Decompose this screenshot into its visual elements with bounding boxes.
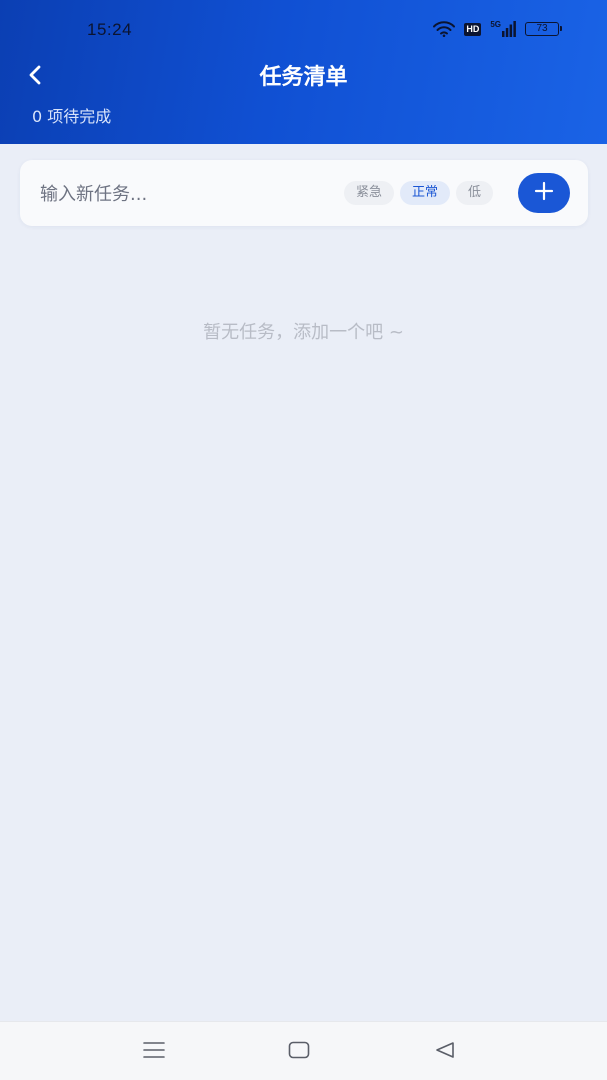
hd-icon: HD xyxy=(464,22,482,36)
network-label: 5G xyxy=(490,20,501,29)
signal-icon: 5G xyxy=(490,21,516,37)
plus-icon xyxy=(534,181,554,205)
status-time: 15:24 xyxy=(87,20,133,39)
task-input-card: 紧急 正常 低 xyxy=(20,160,588,226)
battery-icon: 73 xyxy=(525,22,562,36)
page-title: 任务清单 xyxy=(259,65,348,90)
nav-home-button[interactable] xyxy=(285,1038,313,1066)
back-triangle-icon xyxy=(434,1041,456,1063)
wifi-icon xyxy=(433,21,456,37)
priority-selector: 紧急 正常 低 xyxy=(344,181,494,205)
priority-urgent-chip[interactable]: 紧急 xyxy=(344,181,395,205)
menu-icon xyxy=(143,1041,165,1063)
status-bar: 15:24 HD 5G 73 xyxy=(0,0,607,62)
new-task-input[interactable] xyxy=(38,176,342,212)
nav-back-button[interactable] xyxy=(431,1038,459,1066)
system-nav-bar xyxy=(0,1021,607,1080)
app-header: 15:24 HD 5G 73 任务清单 0 项待完成 xyxy=(0,0,607,144)
home-icon xyxy=(288,1041,310,1063)
priority-normal-chip[interactable]: 正常 xyxy=(400,181,451,205)
nav-menu-button[interactable] xyxy=(140,1038,168,1066)
priority-low-chip[interactable]: 低 xyxy=(456,181,494,205)
add-task-button[interactable] xyxy=(518,173,570,213)
pending-count: 0 项待完成 xyxy=(32,107,112,126)
status-icons: HD 5G 73 xyxy=(433,21,562,37)
empty-state-text: 暂无任务，添加一个吧 ~ xyxy=(203,322,404,343)
